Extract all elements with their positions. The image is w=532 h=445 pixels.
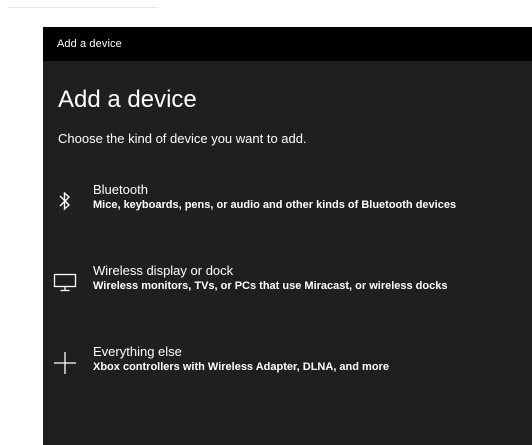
page-subtitle: Choose the kind of device you want to ad… [58,131,307,146]
plus-icon [52,350,78,376]
option-wireless-display-title: Wireless display or dock [93,263,234,278]
option-wireless-display[interactable]: Wireless display or dock Wireless monito… [52,263,528,317]
option-everything-else-title: Everything else [93,344,182,359]
dialog-content: Add a device Choose the kind of device y… [43,85,532,147]
option-bluetooth-description: Mice, keyboards, pens, or audio and othe… [93,199,457,211]
title-bar[interactable]: Add a device [43,27,532,61]
monitor-icon [52,269,78,295]
option-wireless-display-description: Wireless monitors, TVs, or PCs that use … [93,280,448,292]
option-bluetooth-title: Bluetooth [93,182,148,197]
window-title: Add a device [57,38,122,50]
option-everything-else-description: Xbox controllers with Wireless Adapter, … [93,361,389,373]
add-device-dialog: Add a device Add a device Choose the kin… [43,27,532,445]
option-bluetooth[interactable]: Bluetooth Mice, keyboards, pens, or audi… [52,182,528,236]
bluetooth-icon [52,188,78,214]
background-divider [8,7,158,8]
option-everything-else[interactable]: Everything else Xbox controllers with Wi… [52,344,528,398]
page-title: Add a device [58,86,197,113]
